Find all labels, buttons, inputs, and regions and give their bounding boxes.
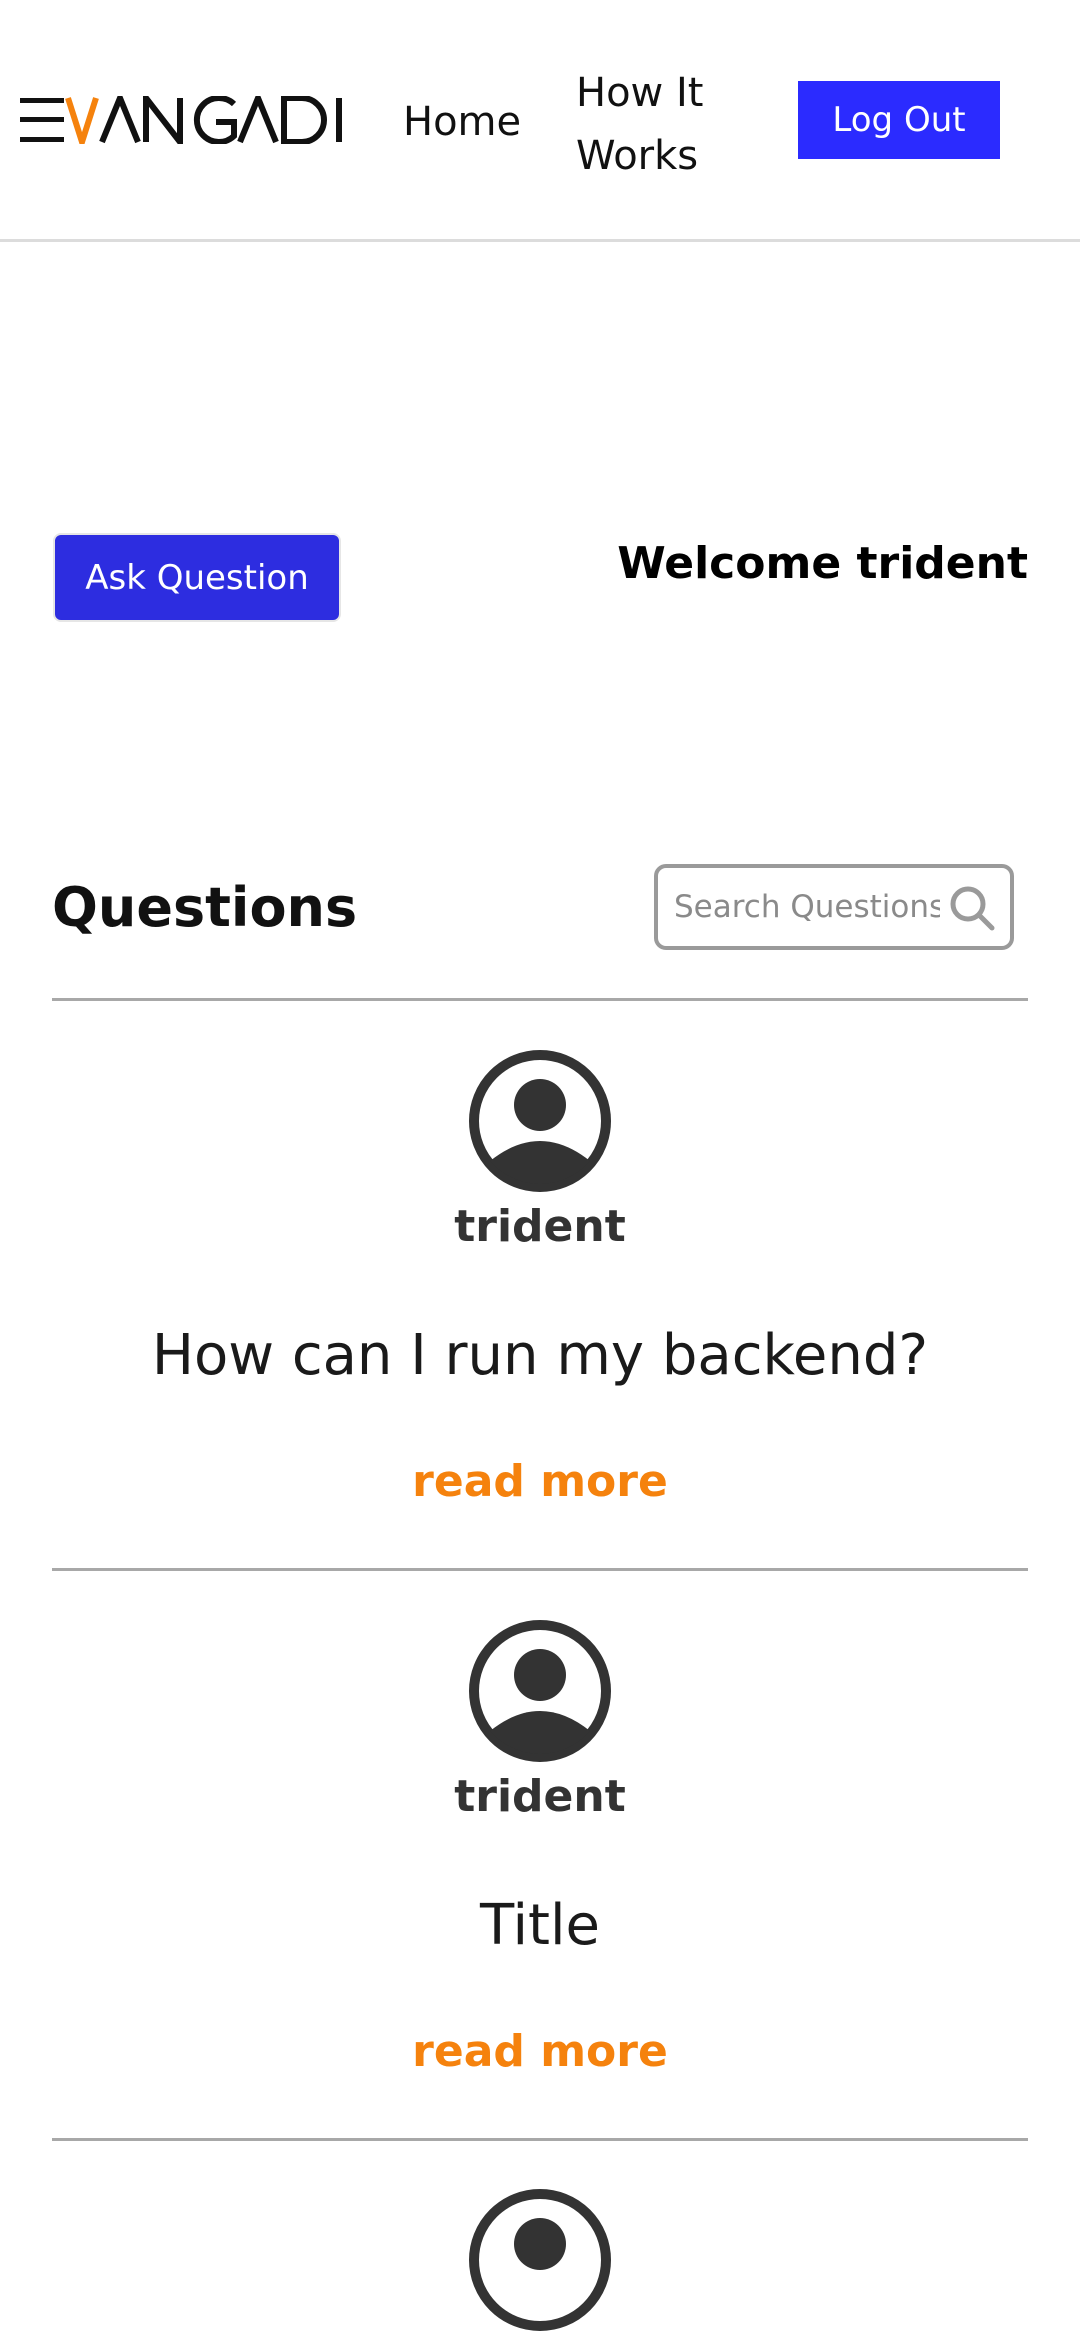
questions-heading: Questions: [52, 876, 358, 939]
nav-home-link[interactable]: Home: [403, 96, 521, 148]
search-icon[interactable]: [948, 884, 996, 932]
read-more-link[interactable]: read more: [52, 2026, 1028, 2077]
user-avatar-icon: [469, 1620, 611, 1762]
top-navbar: Home How It Works Log Out: [0, 0, 1080, 242]
question-username: trident: [454, 1201, 626, 1252]
logout-button[interactable]: Log Out: [798, 81, 1000, 159]
question-item[interactable]: trident Title read more: [52, 1571, 1028, 2138]
question-item[interactable]: trident How can I run my backend? read m…: [52, 1001, 1028, 1568]
question-title[interactable]: Title: [52, 1893, 1028, 1958]
user-avatar-icon: [469, 1050, 611, 1192]
question-title[interactable]: How can I run my backend?: [52, 1323, 1028, 1388]
nav-how-it-works-link[interactable]: How It Works: [576, 62, 736, 188]
user-avatar-icon: [469, 2189, 611, 2331]
ask-question-button[interactable]: Ask Question: [53, 533, 341, 622]
evangadi-logo[interactable]: [20, 96, 345, 144]
welcome-message: Welcome trident: [617, 538, 1028, 589]
search-input[interactable]: [672, 888, 942, 926]
read-more-link[interactable]: read more: [52, 1456, 1028, 1507]
divider: [52, 2138, 1028, 2141]
search-box: [654, 864, 1014, 950]
question-username: trident: [454, 1771, 626, 1822]
